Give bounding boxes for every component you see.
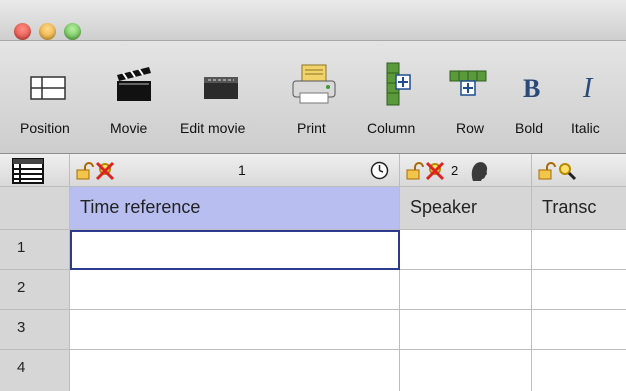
table-cell[interactable]: [400, 270, 532, 310]
close-button[interactable]: [14, 23, 31, 40]
column-header-label: Time reference: [80, 197, 201, 217]
speaker-head-icon[interactable]: [467, 159, 491, 183]
table-cell[interactable]: [400, 310, 532, 350]
column-3-controls: [532, 154, 626, 187]
unlock-icon[interactable]: [406, 162, 424, 180]
edit-movie-label: Edit movie: [180, 120, 246, 136]
table-cell[interactable]: [532, 270, 626, 310]
edit-movie-button[interactable]: Edit movie: [165, 41, 270, 153]
table-cell[interactable]: [532, 230, 626, 270]
table-cell[interactable]: [70, 270, 400, 310]
table-cell[interactable]: [532, 350, 626, 391]
row-button[interactable]: Row: [440, 41, 502, 153]
search-crossed-icon[interactable]: [94, 160, 116, 182]
unlock-icon[interactable]: [76, 162, 94, 180]
unlock-icon[interactable]: [538, 162, 556, 180]
position-icon: [30, 76, 66, 100]
minimize-button[interactable]: [39, 23, 56, 40]
edit-movie-icon: [204, 77, 238, 99]
row-header-corner: [0, 187, 70, 230]
column-header-label: Transc: [542, 197, 597, 217]
movie-label: Movie: [110, 120, 148, 136]
print-button[interactable]: Print: [285, 41, 345, 153]
column-2-controls: 2: [400, 154, 532, 187]
column-header-time-reference[interactable]: Time reference: [70, 187, 400, 230]
column-label: Column: [367, 120, 416, 136]
table-cell[interactable]: [70, 350, 400, 391]
column-2-number: 2: [451, 163, 459, 178]
column-1-number: 1: [238, 162, 246, 178]
row-label: Row: [456, 120, 485, 136]
clock-icon[interactable]: [370, 161, 389, 180]
italic-label: Italic: [571, 120, 600, 136]
position-label: Position: [20, 120, 70, 136]
table-cell[interactable]: [400, 350, 532, 391]
row-number[interactable]: 4: [0, 350, 70, 391]
bold-icon: B: [523, 74, 541, 103]
table-cell-selected[interactable]: [70, 230, 400, 270]
column-1-controls: 1: [70, 154, 400, 187]
zoom-button[interactable]: [64, 23, 81, 40]
row-number[interactable]: 3: [0, 310, 70, 350]
print-label: Print: [297, 120, 326, 136]
add-column-icon: [386, 62, 411, 106]
clapperboard-icon: [117, 67, 151, 101]
italic-icon: I: [583, 73, 593, 104]
position-button[interactable]: Position: [0, 41, 95, 153]
column-header-transcript[interactable]: Transc: [532, 187, 626, 230]
search-icon[interactable]: [556, 160, 578, 182]
italic-button[interactable]: I Italic: [555, 41, 605, 153]
column-header-label: Speaker: [410, 197, 478, 217]
row-number[interactable]: 2: [0, 270, 70, 310]
table-cell[interactable]: [70, 310, 400, 350]
table-cell[interactable]: [532, 310, 626, 350]
column-button[interactable]: Column: [362, 41, 434, 153]
column-header-speaker[interactable]: Speaker: [400, 187, 532, 230]
spreadsheet-grid: 1 2 Time reference Speaker Transc 1 2 3 …: [0, 154, 626, 391]
table-select-all[interactable]: [0, 154, 70, 187]
toolbar: Position Movie Edit movie Print Column R…: [0, 41, 626, 154]
window-titlebar: [0, 0, 626, 41]
bold-button[interactable]: B Bold: [508, 41, 552, 153]
table-list-icon: [12, 158, 44, 184]
add-row-icon: [449, 70, 487, 96]
printer-icon: [292, 64, 336, 104]
search-crossed-icon[interactable]: [424, 160, 446, 182]
movie-button[interactable]: Movie: [95, 41, 165, 153]
row-number[interactable]: 1: [0, 230, 70, 270]
bold-label: Bold: [515, 120, 544, 136]
table-cell[interactable]: [400, 230, 532, 270]
